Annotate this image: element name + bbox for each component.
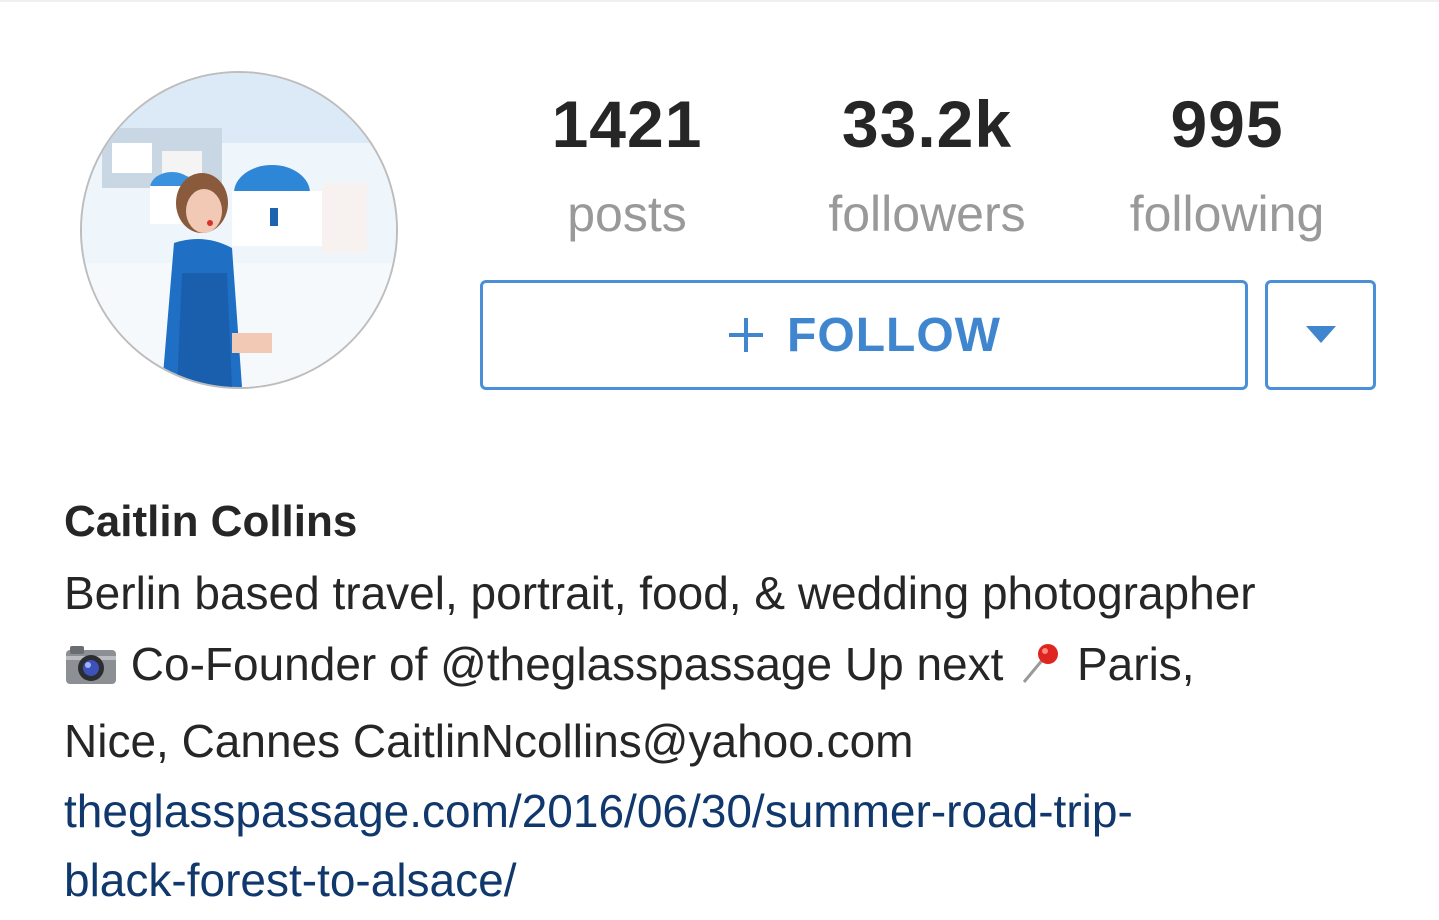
caret-down-icon [1305, 326, 1336, 343]
bio-line-2-text: Co-Founder of @theglasspassage Up next [130, 638, 1004, 690]
posts-stat[interactable]: 1421 posts [497, 86, 757, 246]
following-label: following [1129, 186, 1325, 242]
follow-button-label: FOLLOW [787, 308, 1001, 362]
followers-stat[interactable]: 33.2k followers [797, 86, 1057, 246]
bio-line-3: Nice, Cannes CaitlinNcollins@yahoo.com [64, 715, 914, 767]
pushpin-emoji-icon [1016, 635, 1064, 706]
camera-emoji-icon [64, 635, 118, 706]
profile-name: Caitlin Collins [64, 497, 358, 546]
top-divider [0, 0, 1439, 2]
followers-count: 33.2k [841, 87, 1013, 161]
posts-label: posts [567, 186, 687, 242]
profile-bio-section: Caitlin Collins Berlin based travel, por… [64, 492, 1404, 915]
following-stat[interactable]: 995 following [1097, 86, 1357, 246]
bio-line-2-after: Paris, [1076, 638, 1195, 690]
bio-line-1: Berlin based travel, portrait, food, & w… [64, 567, 1256, 619]
follow-button[interactable]: FOLLOW [480, 280, 1248, 390]
following-count: 995 [1170, 87, 1284, 161]
plus-icon [727, 307, 765, 363]
followers-label: followers [828, 186, 1026, 242]
avatar[interactable] [80, 71, 398, 389]
posts-count: 1421 [551, 87, 703, 161]
avatar-photo [82, 73, 396, 387]
bio-line-2: Co-Founder of @theglasspassage Up next P… [64, 629, 1404, 706]
follow-options-dropdown[interactable] [1265, 280, 1376, 390]
website-link-line-2[interactable]: black-forest-to-alsace/ [64, 846, 1404, 915]
website-link-line-1[interactable]: theglasspassage.com/2016/06/30/summer-ro… [64, 777, 1404, 846]
